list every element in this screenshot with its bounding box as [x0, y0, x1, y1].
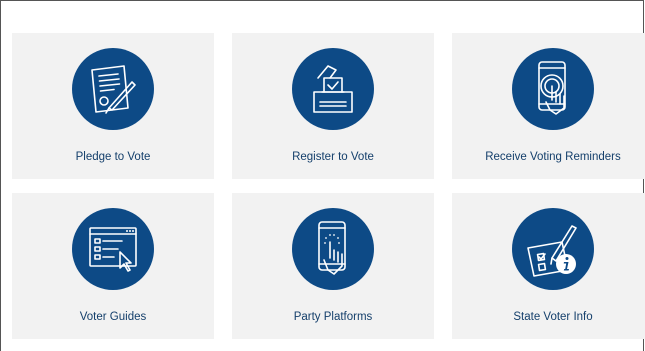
smartphone-touch-icon	[292, 208, 374, 290]
tile-label: Receive Voting Reminders	[485, 151, 621, 163]
party-platforms-tile[interactable]: Party Platforms	[232, 193, 434, 339]
state-voter-info-tile[interactable]: State Voter Info	[452, 193, 645, 339]
voting-actions-panel: Pledge to Vote Register to Vote Receive …	[0, 0, 645, 351]
receive-voting-reminders-tile[interactable]: Receive Voting Reminders	[452, 33, 645, 179]
ballot-box-icon	[292, 48, 374, 130]
tile-label: Register to Vote	[292, 151, 374, 163]
pledge-to-vote-tile[interactable]: Pledge to Vote	[12, 33, 214, 179]
register-to-vote-tile[interactable]: Register to Vote	[232, 33, 434, 179]
tile-label: State Voter Info	[513, 311, 593, 323]
pledge-document-icon	[72, 48, 154, 130]
checklist-window-icon	[72, 208, 154, 290]
voter-guides-tile[interactable]: Voter Guides	[12, 193, 214, 339]
tile-label: Pledge to Vote	[75, 151, 151, 163]
tile-label: Voter Guides	[79, 311, 147, 323]
ballot-info-icon	[512, 208, 594, 290]
tile-label: Party Platforms	[293, 311, 373, 323]
smartphone-tap-icon	[512, 48, 594, 130]
